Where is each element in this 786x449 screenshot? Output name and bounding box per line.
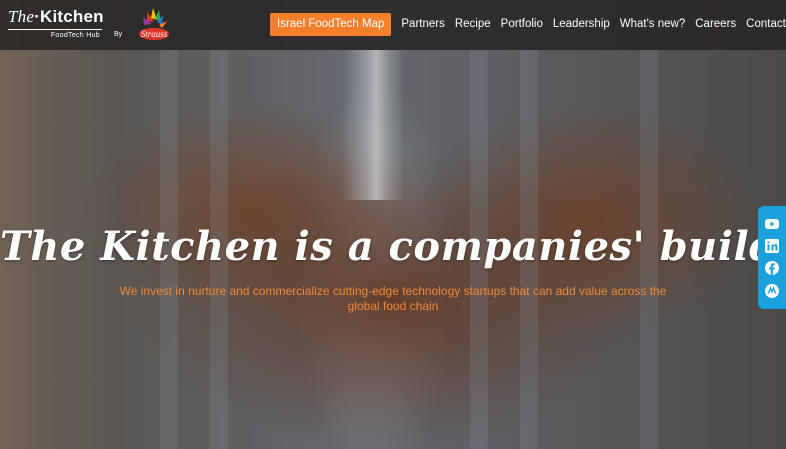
logo-the-text: The — [8, 7, 35, 26]
nav-recipe[interactable]: Recipe — [455, 13, 491, 36]
nav-leadership[interactable]: Leadership — [553, 13, 610, 36]
hero-headline: The Kitchen is a companies' builder — [0, 222, 786, 270]
site-header: The·Kitchen FoodTech Hub By Strauss Isra… — [0, 0, 786, 50]
main-nav: Israel FoodTech Map Partners Recipe Port… — [270, 13, 786, 36]
the-kitchen-logo[interactable]: The·Kitchen FoodTech Hub — [8, 7, 104, 39]
nav-portfolio[interactable]: Portfolio — [501, 13, 543, 36]
logo-kitchen-text: Kitchen — [39, 7, 104, 26]
jobs-icon[interactable] — [764, 283, 780, 299]
logo-tagline: FoodTech Hub — [50, 32, 100, 39]
strauss-logo-icon[interactable]: Strauss — [123, 6, 175, 44]
nav-careers[interactable]: Careers — [695, 13, 736, 36]
nav-partners[interactable]: Partners — [401, 13, 444, 36]
hero-subline: We invest in nurture and commercialize c… — [119, 284, 667, 313]
nav-contact[interactable]: Contact — [746, 13, 786, 36]
by-label: By — [114, 31, 123, 38]
social-rail — [758, 206, 786, 309]
linkedin-icon[interactable] — [764, 238, 780, 254]
facebook-icon[interactable] — [764, 260, 780, 276]
nav-whats-new[interactable]: What's new? — [620, 13, 685, 36]
logo-divider — [8, 29, 102, 30]
israel-foodtech-map-button[interactable]: Israel FoodTech Map — [270, 13, 392, 36]
youtube-icon[interactable] — [764, 216, 780, 232]
svg-text:Strauss: Strauss — [141, 29, 168, 39]
